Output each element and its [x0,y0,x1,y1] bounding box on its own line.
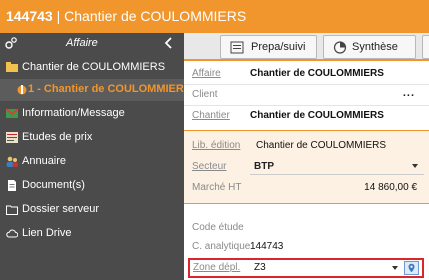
map-picker-icon[interactable] [404,261,419,275]
chart-pie-icon [333,41,347,54]
cloud-icon [6,229,18,238]
secteur-link[interactable]: Secteur [192,161,226,172]
divider [184,105,429,106]
site-icon [17,85,27,95]
affaire-name: Chantier de COULOMMIERS [64,8,247,24]
client-more-button[interactable]: ... [403,87,415,99]
main-content: Prepa/suivi Synthèse Affaire Chantier de… [184,33,429,280]
c-analytique-row: C. analytique 144743 [184,238,429,256]
lib-edition-row: Lib. édition Chantier de COULOMMIERS [184,137,429,155]
edition-section: Lib. édition Chantier de COULOMMIERS Sec… [184,131,429,203]
sidebar-item-documents[interactable]: Document(s) [0,175,184,197]
title-separator: | [52,8,65,24]
sidebar-item-dossier-serveur[interactable]: Dossier serveur [0,199,184,221]
client-label: Client [192,89,218,100]
synthese-button[interactable]: Synthèse [323,35,416,59]
c-analytique-label: C. analytique [192,241,251,252]
chantier-link[interactable]: Chantier [192,110,230,121]
clipboard-icon [230,41,244,54]
sidebar-item-label: Etudes de prix [22,131,93,143]
more-button[interactable] [422,35,429,59]
message-icon [6,108,18,118]
sidebar-item-label: Document(s) [22,179,85,191]
title-bar: 144743 | Chantier de COULOMMIERS [0,0,429,33]
marche-row: Marché HT 14 860,00 € [184,179,429,197]
affaire-value: Chantier de COULOMMIERS [250,68,384,79]
sidebar-item-label: Lien Drive [22,227,72,239]
zone-deplacement-field: Zone dépl. Z3 [188,258,424,278]
server-folder-icon [6,205,18,215]
affaire-number: 144743 [6,8,53,24]
marche-label: Marché HT [192,182,242,193]
prepa-suivi-label: Prepa/suivi [251,41,306,53]
sidebar: Affaire Chantier de COULOMMIERS 1 - Chan… [0,33,191,280]
marche-value: 14 860,00 € [364,182,417,193]
section-divider [184,203,429,204]
sidebar-item-chantier[interactable]: 1 - Chantier de COULOMMIERS [0,79,191,101]
sidebar-item-label: Information/Message [22,107,125,119]
chevron-left-icon[interactable] [162,35,176,51]
sidebar-item-etudes[interactable]: Etudes de prix [0,127,184,149]
sidebar-header-label: Affaire [66,37,98,49]
sidebar-item-information[interactable]: Information/Message [0,103,184,125]
secteur-row: Secteur BTP [184,158,429,176]
secteur-value: BTP [254,161,274,172]
divider [184,84,429,85]
sidebar-item-label: Chantier de COULOMMIERS [22,61,166,73]
sidebar-item-label: 1 - Chantier de COULOMMIERS [28,83,192,95]
lib-edition-field[interactable]: Chantier de COULOMMIERS [256,140,386,151]
chantier-row: Chantier Chantier de COULOMMIERS [184,107,429,125]
gear-icon[interactable] [4,36,18,50]
zone-deplacement-link[interactable]: Zone dépl. [193,262,240,273]
code-etude-label: Code étude [192,222,244,233]
folder-icon [6,62,18,72]
window-title: 144743 | Chantier de COULOMMIERS [6,8,246,24]
affaire-link[interactable]: Affaire [192,68,221,79]
sidebar-item-annuaire[interactable]: Annuaire [0,151,184,173]
sidebar-item-lien-drive[interactable]: Lien Drive [0,223,184,245]
document-icon [8,180,16,191]
client-row: Client ... [184,86,429,104]
lib-edition-label: Lib. édition [192,140,241,151]
sidebar-item-label: Dossier serveur [22,203,100,215]
c-analytique-value: 144743 [250,241,284,252]
contacts-icon [6,156,18,167]
chantier-value: Chantier de COULOMMIERS [250,110,384,121]
toolbar: Prepa/suivi Synthèse [184,33,429,61]
code-etude-row: Code étude [184,219,429,237]
prepa-suivi-button[interactable]: Prepa/suivi [220,35,317,59]
sidebar-item-affaire[interactable]: Chantier de COULOMMIERS [0,57,184,79]
secteur-select[interactable]: BTP [250,158,424,175]
affaire-row: Affaire Chantier de COULOMMIERS [184,65,429,83]
sidebar-item-label: Annuaire [22,155,67,167]
chevron-down-icon [412,164,418,168]
sidebar-header: Affaire [0,33,184,55]
price-study-icon [6,132,18,143]
synthese-label: Synthèse [352,41,398,53]
zone-deplacement-value[interactable]: Z3 [254,262,266,273]
chevron-down-icon[interactable] [392,266,398,270]
